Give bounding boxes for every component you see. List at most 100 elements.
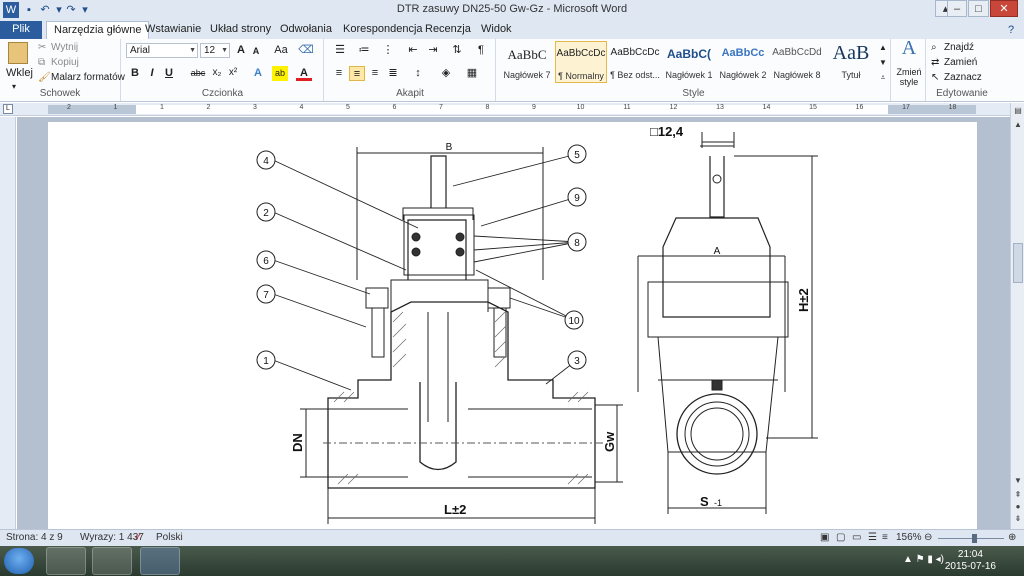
text-effects-icon[interactable]: A — [250, 66, 266, 81]
styles-more-icon[interactable]: ⩡ — [877, 71, 889, 86]
view-draft-icon[interactable]: ≡ — [882, 532, 888, 543]
style-normal-name: ¶ Normalny — [558, 71, 604, 81]
font-name-field[interactable]: Arial ▼ — [126, 43, 198, 58]
borders-icon[interactable]: ▦ — [463, 66, 481, 81]
numbering-icon[interactable]: ≔ — [355, 43, 373, 58]
tab-mailings[interactable]: Korespondencja — [336, 21, 430, 39]
tab-review[interactable]: Recenzja — [418, 21, 478, 39]
paste-icon[interactable] — [8, 42, 28, 64]
system-tray-icons[interactable]: ▲ ⚑ ▮ ◂) — [903, 554, 944, 565]
cut-button[interactable]: Wytnij — [51, 41, 78, 54]
align-center-icon[interactable]: ≡ — [349, 66, 365, 81]
status-language[interactable]: Polski — [156, 532, 183, 543]
tab-references[interactable]: Odwołania — [273, 21, 339, 39]
maximize-button[interactable]: □ — [968, 0, 989, 17]
increase-indent-icon[interactable]: ⇥ — [425, 43, 441, 58]
highlight-color-icon[interactable]: ab — [272, 66, 288, 81]
scroll-up-icon[interactable]: ▲ — [1012, 119, 1024, 131]
scroll-thumb[interactable] — [1013, 243, 1023, 283]
bold-button[interactable]: B — [128, 66, 142, 81]
callout-label: 5 — [574, 150, 580, 161]
view-web-layout-icon[interactable]: ▭ — [852, 532, 861, 543]
tab-view[interactable]: Widok — [474, 21, 519, 39]
font-name-dropdown-icon[interactable]: ▼ — [189, 44, 196, 57]
view-full-screen-icon[interactable]: ▢ — [836, 532, 845, 543]
firefox-icon[interactable] — [92, 547, 132, 575]
line-spacing-icon[interactable]: ↕ — [409, 66, 427, 81]
copy-button[interactable]: Kopiuj — [51, 56, 79, 69]
shrink-font-button[interactable]: A — [250, 44, 262, 59]
vertical-ruler[interactable] — [0, 117, 16, 529]
change-case-button[interactable]: Aa — [272, 43, 290, 58]
status-page[interactable]: Strona: 4 z 9 — [6, 532, 63, 543]
strikethrough-button[interactable]: abc — [188, 66, 208, 81]
copy-icon: ⧉ — [38, 57, 46, 68]
help-icon[interactable]: ? — [1003, 22, 1019, 38]
font-size-dropdown-icon[interactable]: ▼ — [221, 44, 228, 57]
ruler-toggle-icon[interactable]: ▤ — [1012, 105, 1024, 117]
style-heading-1[interactable]: AaBbC(Nagłówek 1 — [663, 41, 715, 83]
style-title[interactable]: AaB Tytuł — [825, 41, 877, 83]
grow-font-button[interactable]: A — [234, 43, 248, 58]
status-zoom[interactable]: 156% — [896, 532, 922, 543]
bullets-icon[interactable]: ☰ — [331, 43, 349, 58]
style-no-spacing[interactable]: AaBbCcDc ¶ Bez odst... — [609, 41, 661, 83]
font-color-button[interactable]: A — [296, 66, 312, 81]
clear-formatting-icon[interactable]: ⌫ — [298, 43, 314, 58]
subscript-button[interactable]: x₂ — [210, 66, 224, 81]
style-heading-8[interactable]: AaBbCcDd Nagłówek 8 — [771, 41, 823, 83]
tab-page-layout[interactable]: Układ strony — [203, 21, 278, 39]
spellcheck-icon[interactable]: ✓ — [134, 532, 142, 543]
minimize-button[interactable]: – — [947, 0, 967, 17]
start-button[interactable] — [4, 548, 34, 574]
change-styles-button[interactable]: Zmień style — [893, 67, 925, 87]
browse-object-icon[interactable]: ● — [1012, 501, 1024, 513]
zoom-out-icon[interactable]: ⊖ — [924, 532, 932, 543]
shading-icon[interactable]: ◈ — [437, 66, 455, 81]
zoom-slider-thumb[interactable] — [972, 534, 977, 543]
vertical-scrollbar[interactable]: ▤ ▲ ▼ ⇞ ● ⇟ — [1010, 103, 1024, 529]
select-button[interactable]: Zaznacz — [944, 71, 982, 84]
justify-icon[interactable]: ≣ — [385, 66, 401, 81]
style-heading-7[interactable]: AaBbC Nagłówek 7 — [501, 41, 553, 83]
document-page[interactable]: 4 2 6 7 1 5 9 8 10 3 B A □12,4 H±2 DN Gw L±2 S -1 — [48, 122, 977, 529]
styles-scroll-down-icon[interactable]: ▼ — [877, 56, 889, 71]
view-outline-icon[interactable]: ☰ — [868, 532, 877, 543]
change-styles-group: A Zmień style — [892, 38, 926, 101]
change-styles-icon[interactable]: A — [898, 38, 920, 58]
next-page-icon[interactable]: ⇟ — [1012, 513, 1024, 525]
style-heading-2[interactable]: AaBbCc Nagłówek 2 — [717, 41, 769, 83]
find-button[interactable]: Znajdź — [944, 41, 974, 54]
styles-scroll-up-icon[interactable]: ▲ — [877, 41, 889, 56]
scroll-down-icon[interactable]: ▼ — [1012, 475, 1024, 487]
replace-button[interactable]: Zamień — [944, 56, 977, 69]
font-size-field[interactable]: 12 ▼ — [200, 43, 230, 58]
tab-selector-icon[interactable]: L — [3, 104, 13, 114]
italic-button[interactable]: I — [145, 66, 159, 81]
find-icon: ⌕ — [931, 42, 937, 53]
styles-group: AaBbC Nagłówek 7 AaBbCcDc ¶ Normalny AaBbC… — [497, 39, 891, 101]
style-normal[interactable]: AaBbCcDc ¶ Normalny — [555, 41, 607, 83]
horizontal-ruler[interactable]: L 2 1 1 2 3 4 5 6 7 8 9 10 11 12 13 14 15 16 17 18 — [0, 103, 1010, 116]
zoom-in-icon[interactable]: ⊕ — [1008, 532, 1016, 543]
align-right-icon[interactable]: ≡ — [367, 66, 383, 81]
tab-home[interactable]: Narzędzia główne — [46, 21, 150, 39]
align-left-icon[interactable]: ≡ — [331, 66, 347, 81]
format-painter-button[interactable]: Malarz formatów — [51, 71, 125, 84]
close-button[interactable]: ✕ — [990, 0, 1018, 17]
prev-page-icon[interactable]: ⇞ — [1012, 489, 1024, 501]
tab-file[interactable]: Plik — [0, 21, 42, 39]
superscript-button[interactable]: x² — [226, 66, 240, 81]
decrease-indent-icon[interactable]: ⇤ — [405, 43, 421, 58]
zoom-slider[interactable] — [938, 538, 1004, 539]
clock[interactable]: 21:04 2015-07-16 — [945, 549, 996, 573]
view-print-layout-icon[interactable]: ▣ — [820, 532, 829, 543]
file-explorer-icon[interactable] — [46, 547, 86, 575]
sort-icon[interactable]: ⇅ — [449, 43, 465, 58]
paste-button[interactable]: Wklej — [6, 67, 33, 80]
multilevel-list-icon[interactable]: ⋮ — [379, 43, 397, 58]
underline-button[interactable]: U — [162, 66, 176, 81]
word-taskbar-icon[interactable] — [140, 547, 180, 575]
show-marks-button[interactable]: ¶ — [473, 43, 489, 58]
tab-insert[interactable]: Wstawianie — [138, 21, 208, 39]
